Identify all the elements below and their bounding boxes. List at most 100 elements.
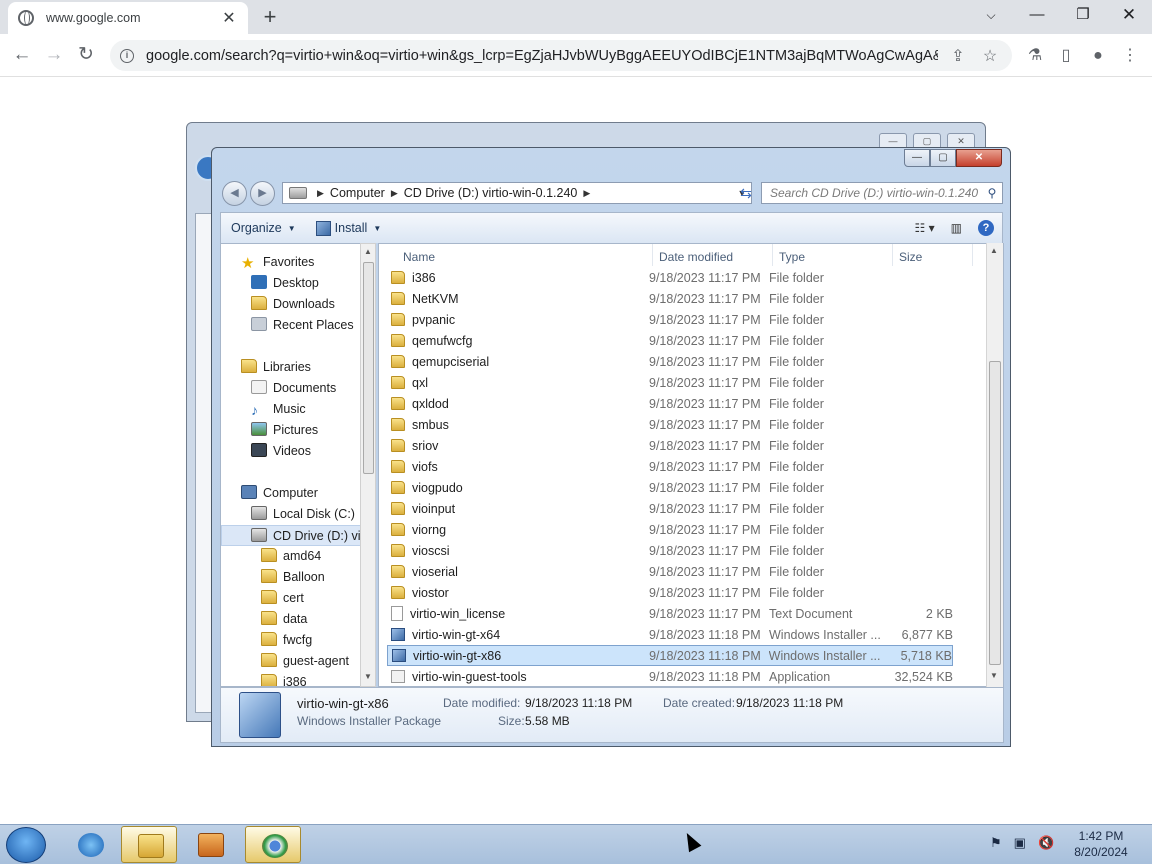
file-row[interactable]: sriov 9/18/2023 11:17 PM File folder [387,435,953,456]
explorer-minimize-button[interactable]: — [904,149,930,167]
breadcrumb-separator-icon[interactable]: ▶ [583,188,590,199]
clock[interactable]: 1:42 PM 8/20/2024 [1066,828,1136,860]
site-info-icon[interactable]: i [120,48,134,63]
new-tab-button[interactable]: + [258,4,282,30]
file-row[interactable]: viogpudo 9/18/2023 11:17 PM File folder [387,477,953,498]
menu-kebab-icon[interactable]: ⋮ [1119,45,1141,67]
scroll-thumb[interactable] [989,361,1001,665]
scroll-down-icon[interactable]: ▼ [364,672,372,681]
help-icon[interactable]: ? [978,220,994,236]
scroll-up-icon[interactable]: ▲ [990,246,998,255]
side-panel-icon[interactable]: ▯ [1055,45,1077,67]
close-window-button[interactable]: ✕ [1114,4,1144,28]
back-arrow-icon[interactable]: ← [10,43,34,67]
view-options-icon[interactable]: ☷ ▾ [915,221,935,235]
explorer-back-button[interactable]: ◀ [222,181,247,206]
breadcrumb-computer[interactable]: Computer [330,186,385,200]
nav-videos[interactable]: Videos [251,441,311,462]
profile-avatar-icon[interactable]: ● [1087,45,1109,67]
file-list-scrollbar[interactable]: ▲ ▼ [986,243,1003,687]
file-row[interactable]: qxldod 9/18/2023 11:17 PM File folder [387,393,953,414]
file-row[interactable]: virtio-win-gt-x64 9/18/2023 11:18 PM Windo… [387,624,953,645]
file-row[interactable]: vioserial 9/18/2023 11:17 PM File folder [387,561,953,582]
breadcrumb-separator-icon[interactable]: ▶ [317,188,324,199]
nav-documents[interactable]: Documents [251,378,336,399]
nav-label: Music [273,402,306,416]
navigation-scrollbar[interactable]: ▲ ▼ [360,243,376,687]
address-bar[interactable]: i google.com/search?q=virtio+win&oq=virt… [110,40,1012,71]
column-header-type[interactable]: Type [773,244,893,266]
tab-search-chevron-icon[interactable]: ⌵ [976,4,1006,28]
file-row[interactable]: smbus 9/18/2023 11:17 PM File folder [387,414,953,435]
nav-subfolder[interactable]: guest-agent [261,651,349,672]
share-icon[interactable]: ⇪ [946,46,970,66]
nav-subfolder[interactable]: fwcfg [261,630,312,651]
taskbar-chrome[interactable] [245,826,301,863]
nav-subfolder[interactable]: i386 [261,672,307,686]
organize-button[interactable]: Organize ▼ [221,221,306,235]
refresh-icon[interactable]: ⇆ [734,182,758,204]
file-row[interactable]: virtio-win_license 9/18/2023 11:17 PM Text… [387,603,953,624]
scroll-up-icon[interactable]: ▲ [364,247,372,256]
scroll-thumb[interactable] [363,262,374,474]
file-row[interactable]: pvpanic 9/18/2023 11:17 PM File folder [387,309,953,330]
reload-icon[interactable]: ↻ [74,43,98,67]
file-row[interactable]: qemupciserial 9/18/2023 11:17 PM File fold… [387,351,953,372]
file-row[interactable]: viostor 9/18/2023 11:17 PM File folder [387,582,953,603]
explorer-forward-button[interactable]: ▶ [250,181,275,206]
install-button[interactable]: Install ▼ [306,220,392,236]
scroll-down-icon[interactable]: ▼ [990,671,998,680]
volume-muted-icon[interactable]: 🔇 [1038,835,1054,851]
explorer-maximize-button[interactable]: ▢ [930,149,956,167]
explorer-search-input[interactable]: Search CD Drive (D:) virtio-win-0.1.240 … [761,182,1003,204]
file-row[interactable]: NetKVM 9/18/2023 11:17 PM File folder [387,288,953,309]
nav-libraries[interactable]: Libraries [241,357,311,378]
minimize-button[interactable]: — [1022,4,1052,28]
explorer-address-bar[interactable]: ▶ Computer ▶ CD Drive (D:) virtio-win-0.… [282,182,752,204]
file-row[interactable]: virtio-win-guest-tools 9/18/2023 11:18 PM… [387,666,953,686]
restore-button[interactable]: ❐ [1068,4,1098,28]
file-row[interactable]: i386 9/18/2023 11:17 PM File folder [387,267,953,288]
file-row[interactable]: viorng 9/18/2023 11:17 PM File folder [387,519,953,540]
file-row[interactable]: qxl 9/18/2023 11:17 PM File folder [387,372,953,393]
file-row[interactable]: qemufwcfg 9/18/2023 11:17 PM File folder [387,330,953,351]
nav-cd-drive[interactable]: CD Drive (D:) virt [221,525,368,546]
nav-subfolder[interactable]: Balloon [261,567,325,588]
search-icon[interactable]: ⚲ [982,186,1002,200]
column-header-date[interactable]: Date modified [653,244,773,266]
nav-downloads[interactable]: Downloads [251,294,335,315]
nav-local-disk[interactable]: Local Disk (C:) [251,504,355,525]
file-row[interactable]: virtio-win-gt-x86 9/18/2023 11:18 PM Windo… [387,645,953,666]
bookmark-star-icon[interactable]: ☆ [978,46,1002,66]
nav-desktop[interactable]: Desktop [251,273,319,294]
file-row[interactable]: viofs 9/18/2023 11:17 PM File folder [387,456,953,477]
preview-pane-icon[interactable]: ▥ [951,221,962,235]
taskbar-internet-explorer[interactable] [62,826,118,863]
nav-music[interactable]: ♪ Music [251,399,306,420]
nav-subfolder[interactable]: cert [261,588,304,609]
breadcrumb-cd-drive[interactable]: CD Drive (D:) virtio-win-0.1.240 [404,186,578,200]
column-header-size[interactable]: Size [893,244,973,266]
breadcrumb-separator-icon[interactable]: ▶ [391,188,398,199]
browser-tab[interactable]: www.google.com ✕ [8,2,248,34]
forward-arrow-icon[interactable]: → [42,43,66,67]
file-row[interactable]: vioscsi 9/18/2023 11:17 PM File folder [387,540,953,561]
nav-favorites[interactable]: ★ Favorites [241,252,314,273]
file-row[interactable]: vioinput 9/18/2023 11:17 PM File folder [387,498,953,519]
explorer-close-button[interactable]: ✕ [956,149,1002,167]
close-tab-icon[interactable]: ✕ [220,8,238,28]
nav-recent-places[interactable]: Recent Places [251,315,354,336]
nav-computer[interactable]: Computer [241,483,318,504]
column-header-name[interactable]: Name [397,244,653,266]
nav-pictures[interactable]: Pictures [251,420,318,441]
action-center-flag-icon[interactable]: ⚑ [990,835,1002,851]
labs-flask-icon[interactable]: ⚗ [1024,45,1046,67]
nav-subfolder[interactable]: data [261,609,307,630]
taskbar-media-player[interactable] [182,826,238,863]
taskbar-explorer[interactable] [121,826,177,863]
network-icon[interactable]: ▣ [1014,835,1026,851]
start-button[interactable] [6,827,46,863]
nav-subfolder[interactable]: amd64 [261,546,321,567]
window-controls: — ▢ ✕ [904,149,1002,167]
navigation-pane: ★ Favorites Desktop Downloads Recent Plac… [220,243,368,687]
